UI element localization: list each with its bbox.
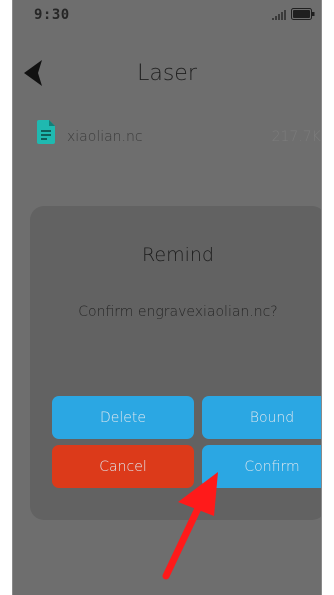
battery-icon bbox=[291, 8, 315, 20]
dialog-title: Remind bbox=[142, 244, 214, 266]
phone-screen: 9:30 Laser xiaolian.nc 217.7KB bbox=[12, 0, 322, 595]
bound-button[interactable]: Bound bbox=[202, 396, 322, 439]
remind-dialog: Remind Confirm engravexiaolian.nc? Delet… bbox=[30, 206, 322, 520]
file-list-item[interactable]: xiaolian.nc 217.7KB bbox=[12, 118, 322, 158]
confirm-button[interactable]: Confirm bbox=[202, 445, 322, 488]
file-size: 217.7KB bbox=[271, 129, 322, 145]
signal-bars-icon bbox=[272, 10, 286, 20]
status-time: 9:30 bbox=[34, 7, 70, 23]
file-name: xiaolian.nc bbox=[67, 129, 143, 145]
delete-button[interactable]: Delete bbox=[52, 396, 194, 439]
page-title: Laser bbox=[137, 61, 197, 86]
nav-bar: Laser bbox=[12, 48, 322, 96]
dialog-message: Confirm engravexiaolian.nc? bbox=[78, 304, 278, 320]
status-bar: 9:30 bbox=[12, 0, 322, 28]
document-icon bbox=[37, 120, 55, 144]
cancel-button[interactable]: Cancel bbox=[52, 445, 194, 488]
